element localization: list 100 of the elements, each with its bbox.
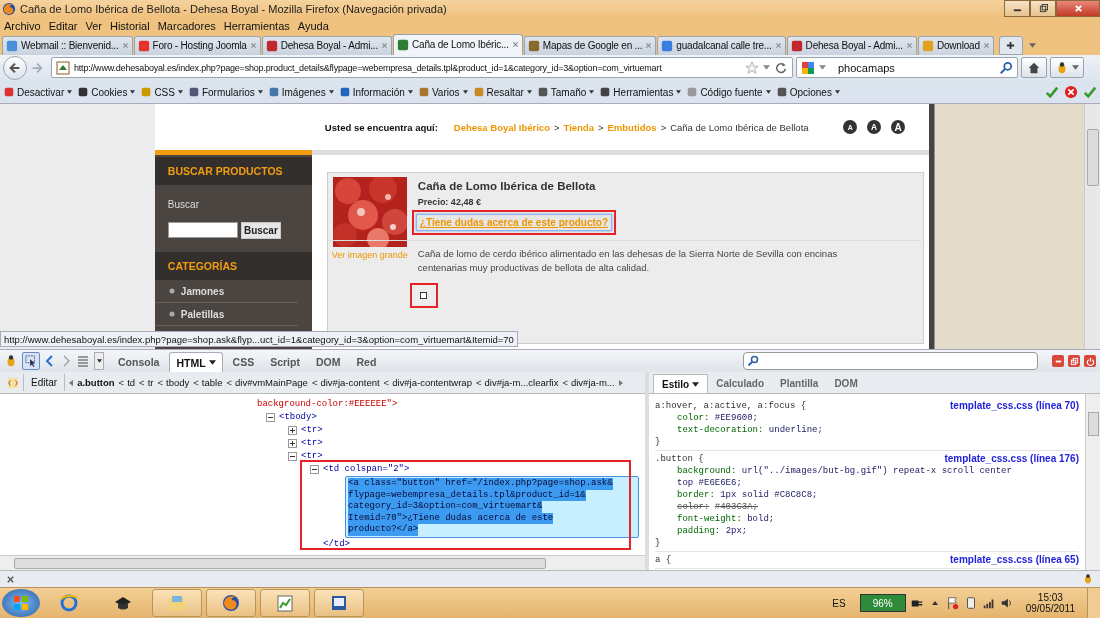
toolbar-menu[interactable]: Herramientas: [599, 86, 682, 99]
toolbar-menu[interactable]: Resaltar: [472, 86, 532, 99]
browser-tab[interactable]: Webmail :: Bienvenid...: [2, 35, 133, 55]
menu-item[interactable]: Editar: [48, 19, 78, 32]
path-item[interactable]: div#ja-content: [320, 377, 380, 389]
inspect-button[interactable]: [22, 352, 40, 371]
home-button[interactable]: [1021, 57, 1047, 79]
font-size-button[interactable]: A: [891, 120, 906, 135]
star-icon[interactable]: [745, 61, 759, 75]
tree-toggle[interactable]: [310, 465, 319, 475]
taskbar-app[interactable]: [314, 589, 364, 617]
tree-toggle[interactable]: [288, 439, 297, 449]
detach-button[interactable]: [1068, 355, 1080, 368]
menu-item[interactable]: Archivo: [4, 19, 41, 32]
toolbar-menu[interactable]: Información: [338, 86, 413, 99]
close-icon[interactable]: [6, 574, 15, 584]
menu-item[interactable]: Herramientas: [223, 19, 290, 32]
clock-time[interactable]: 15:03: [1037, 592, 1063, 603]
browser-tab[interactable]: guadalcanal calle tre...: [657, 35, 786, 55]
back-icon[interactable]: [44, 355, 56, 368]
path-item[interactable]: div#ja-m...: [570, 377, 615, 389]
minimize-button[interactable]: [1052, 355, 1064, 368]
panel-tab[interactable]: CSS: [226, 352, 261, 373]
maximize-button[interactable]: [1030, 0, 1056, 17]
panel-tab[interactable]: Red: [350, 352, 383, 373]
taskbar-app[interactable]: [206, 589, 256, 617]
browser-tab[interactable]: Foro - Hosting Joomla: [133, 35, 261, 55]
search-engine-icon[interactable]: [801, 61, 815, 75]
category-link[interactable]: Paletillas: [154, 303, 298, 327]
checkmark-icon[interactable]: [1045, 85, 1059, 100]
caret-icon[interactable]: [931, 601, 938, 605]
panel-tab[interactable]: HTML: [169, 352, 223, 373]
tree-toggle[interactable]: [288, 452, 297, 462]
search-button[interactable]: Buscar: [240, 222, 281, 240]
font-size-button[interactable]: A: [867, 120, 882, 135]
side-panel-tab[interactable]: Estilo: [653, 374, 709, 394]
search-icon[interactable]: [999, 61, 1013, 75]
caret-icon[interactable]: [1028, 42, 1036, 48]
source-link[interactable]: template_css.css (línea 70): [950, 400, 1079, 413]
side-panel-tab[interactable]: DOM: [826, 374, 866, 394]
battery-indicator[interactable]: 96%: [859, 594, 906, 612]
browser-tab[interactable]: Caña de Lomo Ibéric...: [393, 33, 523, 55]
panel-tab[interactable]: DOM: [309, 352, 347, 373]
html-tag[interactable]: <tr>: [301, 450, 323, 464]
power-button[interactable]: [1084, 355, 1096, 368]
path-item[interactable]: a.button: [77, 377, 115, 389]
side-panel-tab[interactable]: Calculado: [708, 374, 773, 394]
vertical-scrollbar[interactable]: [1085, 394, 1100, 571]
path-item[interactable]: div#vmMainPage: [235, 377, 308, 389]
new-tab-button[interactable]: [998, 35, 1023, 55]
bug-icon[interactable]: [1082, 573, 1094, 586]
menu-item[interactable]: Ayuda: [297, 19, 329, 32]
search-field[interactable]: [743, 352, 1038, 371]
browser-tab[interactable]: Mapas de Google en ...: [523, 35, 657, 55]
toolbar-menu[interactable]: Desactivar: [3, 86, 73, 99]
browser-tab[interactable]: Dehesa Boyal - Admi...: [786, 35, 917, 55]
html-tag[interactable]: </td>: [310, 537, 350, 551]
toolbar-menu[interactable]: Opciones: [775, 86, 840, 99]
close-button[interactable]: [1056, 0, 1100, 17]
language-indicator[interactable]: ES: [832, 597, 846, 609]
horizontal-scrollbar[interactable]: [0, 555, 645, 571]
reload-icon[interactable]: [774, 61, 788, 75]
html-tag[interactable]: <tr>: [301, 424, 323, 438]
html-tag[interactable]: <tr>: [301, 437, 323, 451]
caret-icon[interactable]: [763, 65, 770, 71]
path-item[interactable]: tbody: [166, 377, 190, 389]
edit-icon[interactable]: [7, 376, 19, 389]
product-search-field[interactable]: [167, 222, 238, 239]
menu-item[interactable]: Marcadores: [157, 19, 216, 32]
source-link[interactable]: template_css.css (línea 176): [944, 453, 1079, 466]
start-button[interactable]: [2, 589, 40, 617]
html-tag[interactable]: <td colspan="2">: [323, 463, 410, 477]
path-item[interactable]: td: [127, 377, 136, 389]
firebug-button[interactable]: [1050, 57, 1084, 79]
toolbar-menu[interactable]: Tamaño: [536, 86, 595, 99]
close-icon[interactable]: [511, 41, 519, 49]
menu-item[interactable]: Historial: [109, 19, 150, 32]
toolbar-menu[interactable]: Varios: [417, 86, 468, 99]
category-link[interactable]: Jamones: [154, 280, 298, 304]
toolbar-menu[interactable]: CSS: [140, 86, 183, 99]
source-link[interactable]: template_css.css (línea 65): [950, 554, 1079, 567]
toolbar-menu[interactable]: Código fuente: [686, 86, 771, 99]
search-field[interactable]: phocamaps: [796, 57, 1018, 79]
edit-button[interactable]: Editar: [23, 374, 66, 392]
back-button[interactable]: [3, 56, 27, 80]
minimize-button[interactable]: [1004, 0, 1030, 17]
panel-tab[interactable]: Consola: [112, 352, 166, 373]
caret-icon[interactable]: [819, 65, 826, 71]
list-icon[interactable]: [76, 354, 90, 369]
scroll-left-icon[interactable]: [69, 379, 74, 386]
panel-tab[interactable]: Script: [264, 352, 306, 373]
toolbar-menu[interactable]: Imágenes: [267, 86, 334, 99]
menu-item[interactable]: Ver: [85, 19, 102, 32]
toolbar-menu[interactable]: Cookies: [77, 86, 136, 99]
path-item[interactable]: table: [201, 377, 223, 389]
side-panel-tab[interactable]: Plantilla: [772, 374, 827, 394]
path-item[interactable]: div#ja-contentwrap: [392, 377, 472, 389]
path-item[interactable]: div#ja-m...clearfix: [484, 377, 559, 389]
path-item[interactable]: tr: [147, 377, 154, 389]
tree-toggle[interactable]: [288, 426, 297, 436]
